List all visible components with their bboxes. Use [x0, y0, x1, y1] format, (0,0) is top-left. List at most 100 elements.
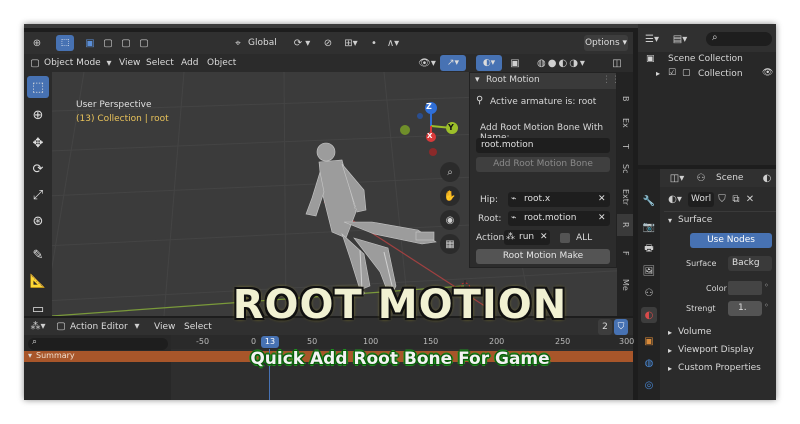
panel-title: Root Motion	[486, 75, 540, 85]
hip-field[interactable]: ⌁ root.x ✕	[508, 192, 610, 207]
bone-name-field[interactable]: root.motion	[476, 138, 610, 153]
current-frame-indicator[interactable]: 13	[261, 336, 279, 348]
collapse-arrow-icon[interactable]: ▾	[475, 75, 480, 85]
gizmo-y-label[interactable]: Y	[448, 123, 454, 132]
pan-icon[interactable]: ✋	[440, 186, 460, 206]
root-field[interactable]: ⌁ root.motion ✕	[508, 211, 610, 226]
tab-f[interactable]: F	[617, 238, 633, 268]
outliner-header: ☰▾ ▤▾ ⌕	[638, 24, 776, 52]
collection-label: (13) Collection | root	[76, 114, 169, 124]
all-label: ALL	[576, 233, 593, 243]
panel-header[interactable]: ▾ Root Motion ⋮⋮	[470, 73, 620, 89]
zoom-icon[interactable]: ⌕	[440, 162, 460, 182]
tab-ex[interactable]: Ex	[617, 112, 633, 134]
world-selector-icon[interactable]: ◐▾	[666, 192, 684, 206]
gizmo-z-label[interactable]: Z	[426, 102, 432, 111]
select-extend-icon[interactable]: ▢	[100, 35, 116, 51]
viewport-header-2: ▢ Object Mode ▾ View Select Add Object 👁…	[24, 54, 633, 72]
checkbox-icon[interactable]: ☑	[668, 68, 676, 78]
use-nodes-button[interactable]: Use Nodes	[690, 233, 772, 248]
blender-window: ⊕ ⬚ ▣ ▢ ▢ ▢ ⌖ Global ⟳ ▾ ⊘ ⊞▾ • ∧▾ Optio…	[24, 24, 776, 400]
proportional-edit-icon[interactable]: •	[366, 35, 382, 51]
snap-icon[interactable]: ⊘	[320, 35, 336, 51]
visibility-icon[interactable]: 👁▾	[416, 55, 438, 71]
orientation-dropdown-icon[interactable]: ⟳ ▾	[288, 35, 316, 51]
collection-label[interactable]: Collection	[698, 69, 743, 79]
clear-root-icon[interactable]: ✕	[598, 211, 606, 226]
grid-view-icon[interactable]: ▦	[440, 234, 460, 254]
search-icon: ⌕	[32, 337, 38, 347]
root-motion-make-button[interactable]: Root Motion Make	[476, 249, 610, 264]
tab-sc[interactable]: Sc	[617, 158, 633, 180]
output-props-icon[interactable]: 🖶	[641, 241, 657, 257]
outliner-search-input[interactable]: ⌕	[706, 32, 772, 46]
unlink-icon[interactable]: ✕	[744, 192, 756, 206]
select-invert-icon[interactable]: ▢	[136, 35, 152, 51]
perspective-label: User Perspective	[76, 100, 152, 110]
editor-type-icon[interactable]: ⊕	[28, 35, 46, 51]
panel-toggle-icon[interactable]: ◫	[608, 55, 626, 71]
view-layer-icon[interactable]: 🖼	[641, 263, 657, 279]
clear-hip-icon[interactable]: ✕	[598, 192, 606, 207]
world-name-field[interactable]: Worl	[688, 192, 714, 207]
snap-target-icon[interactable]: ⊞▾	[340, 35, 362, 51]
scale-icon[interactable]: ⤢	[27, 184, 49, 206]
eye-icon[interactable]: 👁	[762, 68, 773, 78]
pivot-icon[interactable]: ⌖	[230, 35, 246, 51]
volume-arrow-icon[interactable]: ▸	[668, 328, 672, 337]
menu-select[interactable]: Select	[146, 56, 174, 70]
scene-collection-label[interactable]: Scene Collection	[668, 54, 743, 64]
cursor-icon[interactable]: ⊕	[27, 104, 49, 126]
scene-label[interactable]: Scene	[716, 173, 743, 183]
menu-object[interactable]: Object	[207, 56, 236, 70]
overlay-icon[interactable]: ◐▾	[476, 55, 502, 71]
mode-selector[interactable]: Object Mode	[44, 56, 101, 70]
select-subtract-icon[interactable]: ▢	[118, 35, 134, 51]
move-icon[interactable]: ✥	[27, 132, 49, 154]
collection-icon: ▢	[682, 68, 691, 78]
options-button[interactable]: Options ▾	[584, 35, 628, 51]
surface-section[interactable]: Surface	[678, 215, 712, 225]
duplicate-icon[interactable]: ⧉	[730, 192, 742, 206]
render-props-icon[interactable]: 📷	[641, 219, 657, 235]
action-field[interactable]: ⁂ run ✕	[504, 230, 550, 245]
physics-props-icon[interactable]: ◎	[641, 377, 657, 393]
falloff-icon[interactable]: ∧▾	[382, 35, 404, 51]
chevron-down-icon[interactable]: ▾	[104, 56, 114, 70]
shading-icons[interactable]: ◍●◐◑▾	[526, 55, 598, 71]
world-icon: ◐	[762, 172, 772, 184]
camera-icon[interactable]: ◉	[440, 210, 460, 230]
surface-field[interactable]: Backg	[728, 256, 772, 271]
surface-label: Surface	[686, 259, 717, 268]
menu-add[interactable]: Add	[181, 56, 198, 70]
transform-orientation[interactable]: Global	[248, 36, 277, 50]
add-root-motion-bone-button[interactable]: Add Root Motion Bone	[476, 157, 610, 172]
object-props-icon[interactable]: ▣	[641, 333, 657, 349]
tab-extr[interactable]: Extr	[617, 182, 633, 212]
gizmo-icon[interactable]: ↗▾	[440, 55, 466, 71]
annotate-icon[interactable]: ✎	[27, 244, 49, 266]
rotate-icon[interactable]: ⟳	[27, 158, 49, 180]
volume-section[interactable]: Volume	[678, 327, 711, 337]
tool-props-icon[interactable]: 🔧	[641, 193, 657, 209]
props-editor-icon[interactable]: ◫▾	[666, 171, 688, 185]
surface-arrow-icon[interactable]: ▾	[668, 216, 672, 225]
transform-icon[interactable]: ⊛	[27, 210, 49, 232]
outliner-editor-icon[interactable]: ☰▾	[642, 32, 662, 46]
display-mode-icon[interactable]: ▤▾	[670, 32, 690, 46]
frame-ruler[interactable]: -50 0 50 100 150 200 250 300 13	[171, 335, 635, 349]
tab-b[interactable]: B	[617, 88, 633, 110]
tab-t[interactable]: T	[617, 136, 633, 156]
expand-arrow-icon[interactable]: ▸	[656, 69, 660, 78]
fake-user-icon[interactable]: ⛉	[716, 192, 728, 206]
select-cursor-icon[interactable]: ⬚	[27, 76, 49, 98]
tab-r[interactable]: R	[617, 214, 633, 236]
select-tool-icon[interactable]: ⬚	[56, 35, 74, 51]
tick-label: 300	[619, 337, 635, 346]
all-checkbox[interactable]	[560, 233, 570, 243]
select-box-icon[interactable]: ▣	[82, 35, 98, 51]
xray-icon[interactable]: ▣	[508, 55, 522, 71]
menu-view[interactable]: View	[119, 56, 140, 70]
clear-action-icon[interactable]: ✕	[540, 230, 548, 245]
gizmo-x-label[interactable]: X	[427, 132, 432, 140]
